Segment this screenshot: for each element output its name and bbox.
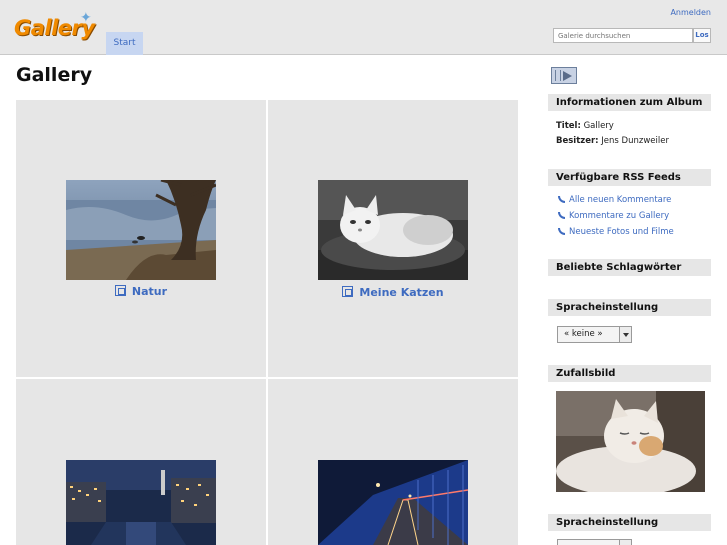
sidebar-heading-rss: Verfügbare RSS Feeds	[548, 169, 711, 186]
tab-start[interactable]: Start	[106, 32, 143, 55]
album-link-natur[interactable]: Natur	[16, 285, 266, 298]
album-cell	[268, 379, 518, 545]
title-label: Titel:	[556, 121, 581, 131]
rss-link-newest-photos[interactable]: Neueste Fotos und Filme	[558, 227, 674, 237]
rss-link-all-comments[interactable]: Alle neuen Kommentare	[558, 195, 671, 205]
search-input[interactable]	[553, 28, 693, 43]
title-value: Gallery	[583, 121, 614, 131]
album-grid: Natur Meine Katzen	[16, 100, 519, 545]
album-thumbnail-meine-katzen[interactable]	[318, 180, 468, 280]
header: Gallery ✦ Start Anmelden Los	[0, 0, 727, 55]
album-cell	[16, 379, 266, 545]
sidebar-heading-album-info: Informationen zum Album	[548, 94, 711, 111]
album-title: Meine Katzen	[359, 286, 444, 299]
album-title-info: Titel: Gallery	[556, 121, 614, 131]
album-thumbnail-natur[interactable]	[66, 180, 216, 280]
logo-sparkle-icon: ✦	[80, 10, 92, 26]
slideshow-icon[interactable]	[551, 67, 577, 84]
album-link-meine-katzen[interactable]: Meine Katzen	[268, 286, 518, 299]
sidebar-heading-tags: Beliebte Schlagwörter	[548, 259, 711, 276]
album-icon	[114, 285, 126, 296]
owner-label: Besitzer:	[556, 136, 599, 146]
rss-icon	[558, 228, 565, 235]
sidebar-heading-language-2: Spracheinstellung	[548, 514, 711, 531]
album-cell: Meine Katzen	[268, 100, 518, 377]
rss-link-label: Neueste Fotos und Filme	[569, 227, 674, 237]
gallery-logo[interactable]: Gallery ✦	[14, 10, 96, 44]
album-thumbnail[interactable]	[318, 460, 468, 545]
search-button[interactable]: Los	[693, 28, 711, 43]
rss-link-label: Alle neuen Kommentare	[569, 195, 672, 205]
language-select-value: « keine »	[564, 329, 603, 339]
sidebar-heading-language: Spracheinstellung	[548, 299, 711, 316]
language-select[interactable]: « keine »	[557, 326, 632, 343]
album-owner-info: Besitzer: Jens Dunzweiler	[556, 136, 669, 146]
album-title: Natur	[131, 285, 168, 298]
chevron-down-icon	[619, 540, 631, 545]
rss-icon	[558, 196, 565, 203]
album-icon	[342, 286, 354, 297]
login-link[interactable]: Anmelden	[670, 8, 711, 17]
page-title: Gallery	[16, 64, 93, 86]
rss-icon	[558, 212, 565, 219]
rss-link-gallery-comments[interactable]: Kommentare zu Gallery	[558, 211, 669, 221]
album-cell: Natur	[16, 100, 266, 377]
language-select-2[interactable]	[557, 539, 632, 545]
sidebar-heading-random-image: Zufallsbild	[548, 365, 711, 382]
random-image[interactable]	[556, 391, 705, 492]
owner-value: Jens Dunzweiler	[601, 136, 669, 146]
album-thumbnail[interactable]	[66, 460, 216, 545]
chevron-down-icon	[619, 327, 631, 342]
rss-link-label: Kommentare zu Gallery	[569, 211, 670, 221]
